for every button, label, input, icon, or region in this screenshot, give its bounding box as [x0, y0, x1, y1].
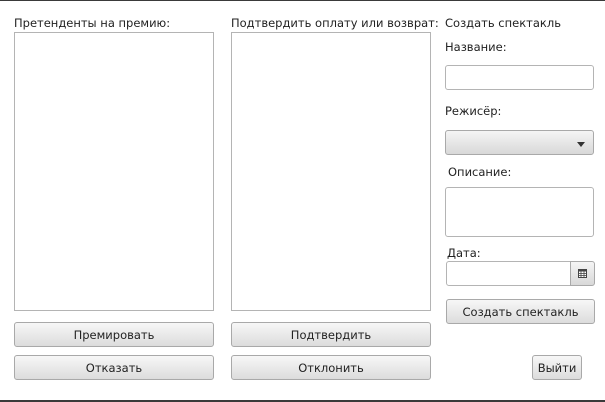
- date-label: Дата:: [447, 246, 481, 260]
- candidates-label: Претенденты на премию:: [14, 16, 171, 30]
- create-play-button[interactable]: Создать спектакль: [446, 299, 595, 324]
- chevron-down-icon: [577, 142, 585, 147]
- calendar-icon: [578, 269, 587, 278]
- director-label: Режисёр:: [445, 104, 502, 118]
- candidates-list[interactable]: [14, 32, 214, 311]
- director-select[interactable]: [445, 130, 594, 155]
- payments-label: Подтвердить оплату или возврат:: [231, 16, 439, 30]
- description-label: Описание:: [448, 165, 512, 179]
- window-top-border: [0, 0, 605, 1]
- create-play-title: Создать спектакль: [445, 16, 561, 30]
- payments-list[interactable]: [231, 32, 431, 311]
- date-picker-button[interactable]: [570, 261, 595, 286]
- name-input[interactable]: [445, 65, 594, 90]
- decline-button[interactable]: Отклонить: [231, 355, 431, 380]
- reject-button[interactable]: Отказать: [14, 355, 214, 380]
- confirm-button[interactable]: Подтвердить: [231, 322, 431, 347]
- description-textarea[interactable]: [445, 187, 594, 237]
- date-picker[interactable]: [446, 261, 596, 286]
- name-label: Название:: [445, 40, 507, 54]
- date-input[interactable]: [446, 261, 571, 286]
- exit-button[interactable]: Выйти: [532, 355, 582, 380]
- award-button[interactable]: Премировать: [14, 322, 214, 347]
